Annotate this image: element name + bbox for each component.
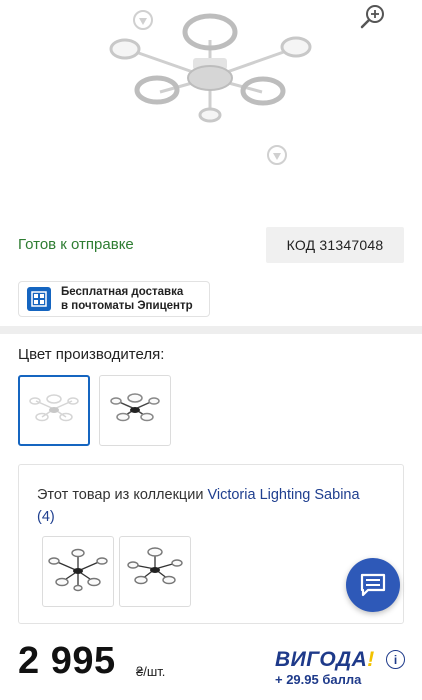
price-value: 2 995 bbox=[18, 640, 116, 682]
color-option-black[interactable] bbox=[99, 375, 171, 446]
availability-status: Готов к отправке bbox=[18, 236, 134, 253]
collection-count[interactable]: (4) bbox=[37, 509, 55, 525]
collection-item-2[interactable] bbox=[119, 536, 191, 607]
chat-button[interactable] bbox=[346, 558, 400, 612]
chandelier-image bbox=[109, 10, 312, 165]
collection-prefix: Этот товар из коллекции bbox=[37, 487, 208, 503]
color-option-white[interactable] bbox=[18, 375, 90, 446]
collection-card: Этот товар из коллекции Victoria Lightin… bbox=[18, 464, 404, 624]
chat-icon bbox=[360, 573, 386, 597]
color-label: Цвет производителя: bbox=[18, 346, 165, 363]
info-icon[interactable]: i bbox=[386, 650, 405, 669]
vygoda-brand: ВИГОДА bbox=[275, 648, 368, 671]
zoom-icon[interactable] bbox=[358, 2, 388, 32]
price-unit: ₴/шт. bbox=[136, 664, 166, 679]
delivery-text: Бесплатная доставка в почтоматы Эпицентр bbox=[61, 285, 193, 313]
delivery-line-2: в почтоматы Эпицентр bbox=[61, 300, 193, 312]
parcel-locker-icon bbox=[27, 287, 51, 311]
bonus-points: + 29.95 балла bbox=[275, 672, 362, 687]
section-divider bbox=[0, 326, 422, 334]
vygoda-logo: ВИГОДА! bbox=[275, 648, 375, 672]
free-delivery-badge: Бесплатная доставка в почтоматы Эпицентр bbox=[18, 281, 210, 317]
collection-item-1[interactable] bbox=[42, 536, 114, 607]
product-code: КОД 31347048 bbox=[266, 227, 404, 263]
collection-link[interactable]: Victoria Lighting Sabina bbox=[207, 487, 359, 503]
vygoda-mark: ! bbox=[367, 648, 375, 671]
delivery-line-1: Бесплатная доставка bbox=[61, 286, 184, 298]
product-image[interactable] bbox=[0, 0, 422, 215]
collection-text: Этот товар из коллекции Victoria Lightin… bbox=[37, 484, 387, 528]
